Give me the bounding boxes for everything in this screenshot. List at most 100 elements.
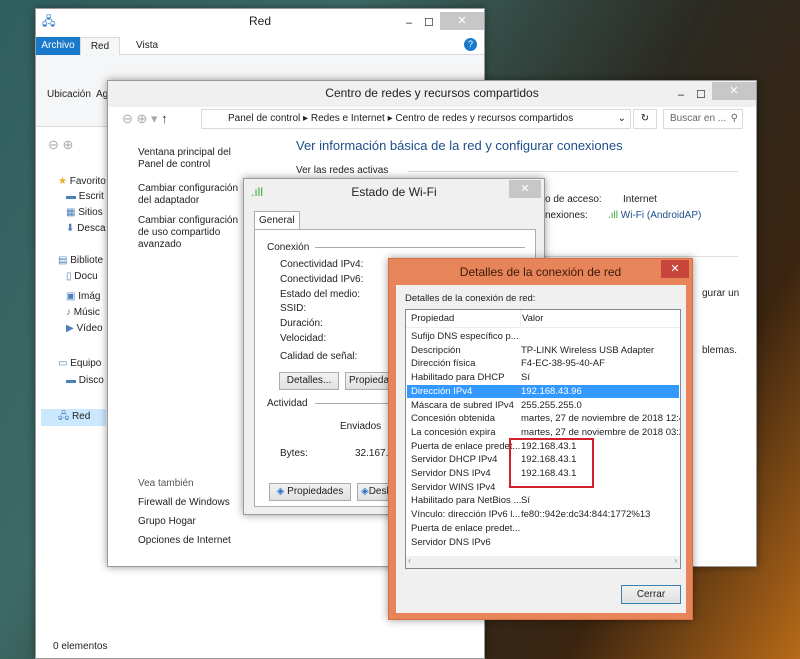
shield-icon: ◈ (361, 486, 369, 497)
table-row[interactable]: Dirección IPv4 192.168.43.96 (407, 384, 679, 399)
computer-icon: ▭ (58, 358, 68, 369)
sidebar-item-label: Favorito (69, 176, 106, 187)
shield-icon: ◈ (276, 486, 285, 497)
link-homegroup[interactable]: Grupo Hogar (138, 516, 196, 527)
link-control-panel-home[interactable]: Ventana principal del Panel de control (138, 147, 248, 171)
sidebar-item-label: Bibliote (70, 255, 104, 266)
connection-details-dialog: Detalles de la conexión de red ✕ Detalle… (388, 258, 693, 620)
property-cell: Servidor DNS IPv4 (411, 468, 491, 479)
access-type-value: Internet (623, 194, 657, 205)
sidebar-item[interactable]: ★ Favorito (58, 176, 106, 187)
link-firewall[interactable]: Firewall de Windows (138, 497, 230, 508)
breadcrumb-item[interactable]: Centro de redes y recursos compartidos (395, 113, 573, 124)
column-header-value[interactable]: Valor (520, 310, 543, 328)
location-button[interactable]: Ubicación (47, 89, 91, 100)
video-icon: ▶ (66, 323, 74, 334)
close-dialog-button[interactable]: Cerrar (621, 585, 681, 604)
back-forward-nav[interactable]: ⊖ ⊕ (48, 137, 73, 153)
link-advanced-sharing[interactable]: Cambiar configuración de uso compartido … (138, 215, 248, 251)
sidebar-item[interactable]: ▣ Imág (66, 291, 100, 302)
sidebar-item[interactable]: ▬ Disco (66, 375, 104, 386)
property-cell: Máscara de subred IPv4 (411, 399, 514, 411)
wifi-connection-link[interactable]: .ıll Wi-Fi (AndroidAP) (608, 210, 701, 221)
tab-general[interactable]: General (254, 211, 300, 230)
close-button[interactable]: ✕ (440, 12, 484, 30)
search-icon: ⚲ (730, 113, 738, 124)
table-row[interactable]: Descripción TP-LINK Wireless USB Adapter (407, 344, 679, 358)
section-label: Ver las redes activas (296, 165, 389, 176)
status-bar-text: 0 elementos (53, 641, 108, 652)
link-internet-options[interactable]: Opciones de Internet (138, 535, 231, 546)
sidebar-item[interactable]: ▤ Bibliote (58, 255, 103, 266)
property-cell: La concesión expira (411, 426, 496, 438)
sidebar-item-label: Equipo (70, 358, 102, 369)
breadcrumb-item[interactable]: Redes e Internet (311, 113, 385, 124)
window-title: Estado de Wi-Fi (351, 185, 437, 199)
sidebar-item[interactable]: ▬ Escrit (66, 191, 104, 202)
window-title: Centro de redes y recursos compartidos (325, 86, 539, 100)
table-row[interactable]: Dirección física F4-EC-38-95-40-AF (407, 357, 679, 371)
breadcrumb-item[interactable]: Panel de control (228, 113, 300, 124)
table-row[interactable]: Vínculo: dirección IPv6 l... fe80::942e:d… (407, 508, 679, 522)
value-cell: fe80::942e:dc34:844:1772%13 (521, 509, 651, 521)
table-row[interactable]: Habilitado para DHCP Sí (407, 371, 679, 385)
sidebar-item[interactable]: ♪ Músic (66, 307, 100, 318)
value-cell: martes, 27 de noviembre de 2018 12:41:1 (521, 413, 681, 425)
link-change-adapter-settings[interactable]: Cambiar configuración del adaptador (138, 183, 248, 207)
sidebar-item[interactable]: ⬇ Desca (66, 223, 106, 234)
column-header-property[interactable]: Propiedad (411, 310, 454, 328)
nav-buttons[interactable]: ⊖ ⊕ ▾ ↑ (122, 111, 168, 127)
table-row[interactable]: Habilitado para NetBios ... Sí (407, 494, 679, 508)
details-list[interactable]: Propiedad Valor Sufijo DNS específico p.… (405, 309, 681, 569)
minimize-button[interactable]: ‒ (678, 83, 684, 107)
details-button[interactable]: Detalles... (279, 372, 339, 390)
table-row[interactable]: Puerta de enlace predet... (407, 522, 679, 536)
property-cell: Servidor DNS IPv6 (411, 536, 491, 548)
sidebar-item[interactable]: 🖧 Red (41, 409, 106, 426)
sidebar-item-label: Docu (74, 271, 98, 282)
chevron-down-icon[interactable]: ⌄ (618, 110, 626, 128)
properties-shield-button[interactable]: ◈ Propiedades (269, 483, 351, 501)
network-icon: 🖧 (42, 14, 56, 28)
sidebar-item-label: Sitios (78, 207, 103, 218)
table-row[interactable]: Servidor DNS IPv6 (407, 536, 679, 550)
help-icon[interactable]: ? (464, 38, 477, 51)
sidebar-item-label: Disco (78, 375, 104, 386)
address-bar[interactable]: Panel de control ▸ Redes e Internet ▸ Ce… (201, 109, 631, 129)
sidebar-item[interactable]: ▦ Sitios (66, 207, 103, 218)
property-cell: Dirección IPv4 (411, 385, 473, 397)
maximize-button[interactable]: ☐ (424, 11, 434, 35)
table-row[interactable]: Máscara de subred IPv4 255.255.255.0 (407, 399, 679, 413)
search-input[interactable]: Buscar en ... ⚲ (663, 109, 743, 129)
value-cell: TP-LINK Wireless USB Adapter (521, 344, 655, 356)
tab-vista[interactable]: Vista (136, 40, 158, 51)
value-cell: F4-EC-38-95-40-AF (521, 358, 605, 370)
table-row[interactable]: Concesión obtenida martes, 27 de noviembr… (407, 412, 681, 426)
connection-link-text: Wi-Fi (AndroidAP) (620, 210, 702, 221)
close-button[interactable]: ✕ (661, 260, 689, 278)
property-cell: Concesión obtenida (411, 413, 495, 425)
tab-red[interactable]: Red (80, 37, 120, 56)
minimize-button[interactable]: ‒ (406, 11, 412, 35)
property-cell: Descripción (411, 344, 461, 356)
field-label: Estado del medio: (280, 288, 361, 300)
sent-label: Enviados (340, 421, 382, 432)
highlight-box (509, 438, 594, 488)
sidebar-item[interactable]: ▭ Equipo (58, 358, 101, 369)
field-label: Duración: (280, 318, 323, 330)
details-label: Detalles de la conexión de red: (405, 293, 536, 304)
horizontal-scrollbar[interactable]: ‹ › (406, 556, 680, 568)
close-button[interactable]: ✕ (712, 82, 756, 100)
tab-archivo[interactable]: Archivo (36, 37, 80, 55)
value-cell: 255.255.255.0 (521, 399, 582, 411)
maximize-button[interactable]: ☐ (696, 83, 706, 107)
sidebar-item[interactable]: ▯ Docu (66, 271, 98, 282)
close-button[interactable]: ✕ (509, 180, 541, 198)
sidebar-item[interactable]: ▶ Vídeo (66, 323, 103, 334)
property-cell: Sufijo DNS específico p... (411, 331, 519, 342)
property-cell: Vínculo: dirección IPv6 l... (411, 509, 521, 521)
table-row[interactable]: Sufijo DNS específico p... (407, 330, 679, 344)
property-cell: Puerta de enlace predet... (411, 522, 521, 534)
refresh-button[interactable]: ↻ (633, 109, 657, 129)
property-cell: Habilitado para NetBios ... (411, 495, 522, 507)
